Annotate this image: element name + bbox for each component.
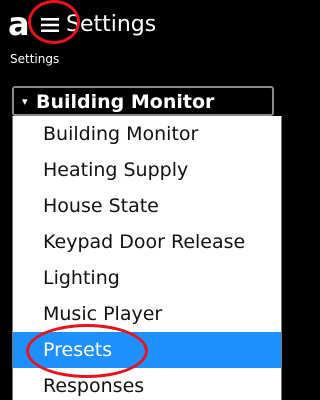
dropdown-list: Building Monitor Heating Supply House St…: [12, 116, 282, 400]
dropdown-option-presets[interactable]: Presets: [13, 332, 281, 368]
select-current-value: Building Monitor: [36, 91, 215, 113]
hamburger-menu-icon: [41, 18, 59, 32]
app-logo: a: [8, 5, 30, 43]
dropdown-option-house-state[interactable]: House State: [13, 188, 281, 224]
menu-button[interactable]: [36, 14, 64, 36]
dropdown-option-heating-supply[interactable]: Heating Supply: [13, 152, 281, 188]
triangle-down-icon: ▾: [22, 95, 28, 108]
dropdown-option-music-player[interactable]: Music Player: [13, 296, 281, 332]
dropdown-option-lighting[interactable]: Lighting: [13, 260, 281, 296]
dropdown-option-building-monitor[interactable]: Building Monitor: [13, 116, 281, 152]
settings-category-select[interactable]: ▾ Building Monitor: [12, 86, 274, 116]
dropdown-option-keypad-door-release[interactable]: Keypad Door Release: [13, 224, 281, 260]
dropdown-option-responses[interactable]: Responses: [13, 368, 281, 400]
breadcrumb: Settings: [10, 52, 60, 66]
page-title: Settings: [66, 12, 157, 37]
app-header: a Settings Settings: [0, 0, 286, 82]
